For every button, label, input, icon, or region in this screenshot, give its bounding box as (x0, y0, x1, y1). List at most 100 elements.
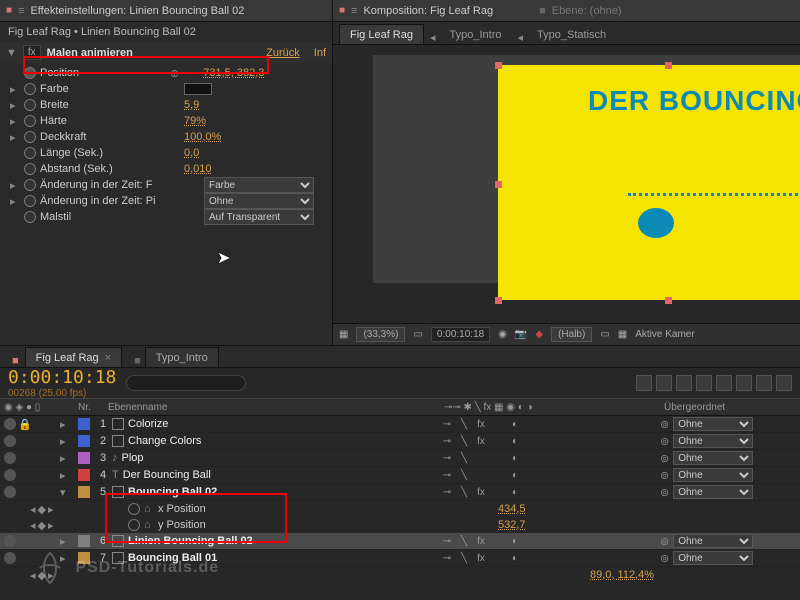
twirl-icon[interactable]: ▸ (60, 469, 74, 482)
tab-fig-leaf-rag[interactable]: Fig Leaf Rag (339, 24, 424, 44)
layer-name[interactable]: Linien Bouncing Ball 02 (128, 535, 440, 547)
pickwhip-icon[interactable]: ⊚ (660, 452, 669, 465)
parent-select[interactable]: Ohne (673, 485, 753, 499)
tl-btn[interactable] (656, 375, 672, 391)
layer-row[interactable]: ▸3♪Plop⊸╲◐⊚Ohne (0, 450, 800, 467)
tab-nav-left-icon[interactable]: ◂ (426, 31, 440, 44)
stopwatch-icon[interactable] (128, 519, 140, 531)
twirl-icon[interactable]: ▸ (60, 535, 74, 548)
snapshot-icon[interactable]: 📷 (515, 329, 527, 340)
key-icon[interactable]: ◆ (38, 503, 46, 516)
tl-btn[interactable] (716, 375, 732, 391)
solo-lock-icon[interactable]: 🔒 (18, 418, 32, 431)
layer-row[interactable]: ▸4TDer Bouncing Ball⊸╲◐⊚Ohne (0, 467, 800, 484)
label-color[interactable] (78, 452, 90, 464)
aspect-icon[interactable]: ▭ (413, 329, 422, 340)
next-key-icon[interactable]: ▸ (48, 519, 54, 532)
parent-select[interactable]: Ohne (673, 434, 753, 448)
tl-btn[interactable] (776, 375, 792, 391)
layer-switches[interactable]: ⊸╲fx◐ (440, 419, 660, 430)
active-camera-label[interactable]: Aktive Kamer (635, 329, 694, 340)
visibility-icon[interactable] (4, 435, 16, 447)
channel-icon[interactable]: ◆ (535, 329, 543, 340)
target-icon[interactable]: ⊕ (170, 67, 179, 80)
prop-value[interactable]: 100,0% (184, 131, 221, 143)
tl-btn[interactable] (696, 375, 712, 391)
comp-viewer[interactable]: DER BOUNCING BALL (333, 45, 800, 323)
visibility-icon[interactable] (4, 418, 16, 430)
prev-key-icon[interactable]: ◂ (30, 503, 36, 516)
prev-key-icon[interactable]: ◂ (30, 519, 36, 532)
layer-row[interactable]: ▸6Linien Bouncing Ball 02⊸╲fx◐⊚Ohne (0, 533, 800, 550)
viewer-timecode[interactable]: 0:00:10:18 (431, 327, 490, 342)
stopwatch-icon[interactable] (24, 115, 36, 127)
twirl-icon[interactable]: ▸ (10, 179, 20, 192)
stopwatch-icon[interactable] (24, 211, 36, 223)
lock-icon[interactable]: ■ (130, 355, 145, 367)
parent-select[interactable]: Ohne (673, 468, 753, 482)
grid-icon[interactable]: ▦ (339, 329, 348, 340)
camera-icon[interactable]: ◉ (498, 329, 507, 340)
visibility-icon[interactable] (4, 535, 16, 547)
twirl-icon[interactable]: ▸ (10, 83, 20, 96)
layer-row[interactable]: 🔒▸1Colorize⊸╲fx◐⊚Ohne (0, 416, 800, 433)
twirl-icon[interactable]: ▸ (10, 115, 20, 128)
selection-handle[interactable] (495, 62, 502, 69)
pickwhip-icon[interactable]: ⊚ (660, 418, 669, 431)
menu-icon[interactable]: ≡ (18, 5, 24, 17)
layer-row[interactable]: ▸7Bouncing Ball 01⊸╲fx◐⊚Ohne (0, 550, 800, 567)
twirl-icon[interactable]: ▸ (10, 131, 20, 144)
layer-switches[interactable]: ⊸╲fx◐ (440, 536, 660, 547)
selection-handle[interactable] (665, 62, 672, 69)
layer-row[interactable]: ▸2Change Colors⊸╲fx◐⊚Ohne (0, 433, 800, 450)
layer-name[interactable]: Bouncing Ball 02 (128, 486, 440, 498)
lock-icon[interactable]: ■ (6, 355, 25, 367)
layer-name[interactable]: Plop (122, 452, 441, 464)
label-color[interactable] (78, 552, 90, 564)
label-color[interactable] (78, 486, 90, 498)
tl-btn[interactable] (636, 375, 652, 391)
layer-switches[interactable]: ⊸╲fx◐ (440, 487, 660, 498)
resolution-dropdown[interactable]: (Halb) (551, 327, 592, 342)
parent-select[interactable]: Ohne (673, 451, 753, 465)
twirl-icon[interactable]: ▾ (60, 486, 74, 499)
twirl-icon[interactable]: ▼ (6, 47, 17, 59)
tl-btn[interactable] (676, 375, 692, 391)
stopwatch-icon[interactable] (24, 83, 36, 95)
close-icon[interactable]: × (105, 352, 111, 364)
tl-btn[interactable] (736, 375, 752, 391)
lock-icon[interactable]: ■ (339, 5, 345, 16)
col-visibility[interactable]: ◉ ◈ ● ▯ (0, 402, 60, 413)
stopwatch-icon[interactable] (24, 179, 36, 191)
tab-typo-intro[interactable]: Typo_Intro (440, 25, 512, 44)
pickwhip-icon[interactable]: ⊚ (660, 535, 669, 548)
layer-switches[interactable]: ⊸╲fx◐ (440, 553, 660, 564)
next-key-icon[interactable]: ▸ (48, 503, 54, 516)
twirl-icon[interactable]: ▸ (60, 552, 74, 565)
search-input[interactable] (126, 375, 246, 391)
position-value[interactable]: 731,5, 382,3 (203, 67, 264, 79)
col-switches[interactable]: ⊸⊸ ✱ ╲ fx ▦ ◉ ◐ ◑ (440, 402, 660, 413)
toggle-icon[interactable]: ▦ (618, 329, 627, 340)
layer-switches[interactable]: ⊸╲◐ (440, 453, 660, 464)
visibility-icon[interactable] (4, 452, 16, 464)
twirl-icon[interactable]: ▸ (60, 435, 74, 448)
subprop-value[interactable]: 89,0, 112,4% (590, 569, 654, 581)
stopwatch-icon[interactable] (24, 67, 36, 79)
color-swatch[interactable] (184, 83, 212, 95)
layer-search[interactable] (126, 375, 246, 391)
parent-select[interactable]: Ohne (673, 551, 753, 565)
timeline-tab-fig-leaf-rag[interactable]: Fig Leaf Rag× (25, 347, 122, 367)
graph-icon[interactable]: ⌂ (144, 503, 158, 515)
label-color[interactable] (78, 469, 90, 481)
view-icon[interactable]: ▭ (600, 329, 609, 340)
aenderung-p-select[interactable]: Ohne (204, 193, 314, 209)
prop-value[interactable]: 79% (184, 115, 206, 127)
col-parent[interactable]: Übergeordnet (660, 402, 800, 413)
visibility-icon[interactable] (4, 552, 16, 564)
layer-switches[interactable]: ⊸╲fx◐ (440, 436, 660, 447)
label-color[interactable] (78, 435, 90, 447)
parent-select[interactable]: Ohne (673, 417, 753, 431)
label-color[interactable] (78, 418, 90, 430)
tab-nav-left-icon[interactable]: ◂ (514, 31, 528, 44)
